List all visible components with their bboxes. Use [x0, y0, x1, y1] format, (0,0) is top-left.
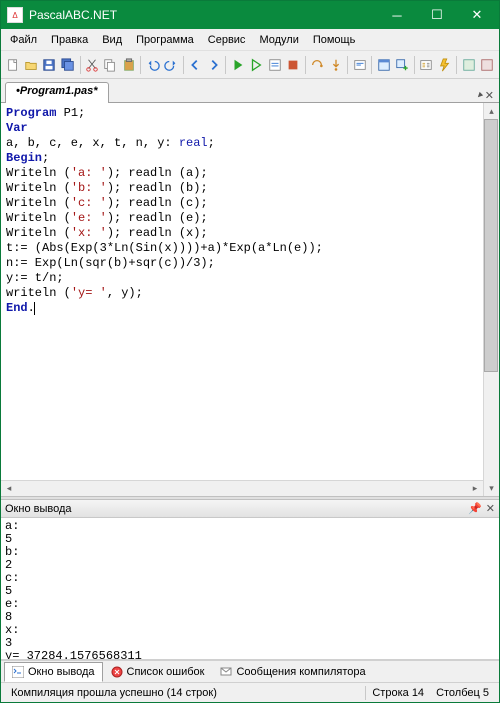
back-icon[interactable] [187, 54, 204, 76]
tab-close-icon[interactable]: ✕ [485, 89, 494, 102]
minimize-button[interactable]: ─ [377, 2, 417, 28]
open-icon[interactable] [22, 54, 39, 76]
status-line: Строка 14 [366, 687, 430, 699]
close-button[interactable]: ✕ [457, 2, 497, 28]
cut-icon[interactable] [83, 54, 100, 76]
events-icon[interactable] [436, 54, 453, 76]
example2-icon[interactable] [479, 54, 496, 76]
dropdown-icon[interactable]: ▾ [474, 90, 485, 101]
titlebar: Δ PascalABC.NET ─ ☐ ✕ [1, 1, 499, 29]
tab-output[interactable]: Окно вывода [4, 662, 103, 682]
new-file-icon[interactable] [4, 54, 21, 76]
tab-program1[interactable]: •Program1.pas* [5, 82, 109, 103]
undo-icon[interactable] [144, 54, 161, 76]
scroll-thumb[interactable] [484, 119, 498, 372]
messages-icon [220, 666, 232, 678]
new-form-icon[interactable] [393, 54, 410, 76]
menu-program[interactable]: Программа [129, 31, 201, 49]
menu-edit[interactable]: Правка [44, 31, 95, 49]
example1-icon[interactable] [460, 54, 477, 76]
tab-messages[interactable]: Сообщения компилятора [212, 662, 373, 682]
toolbar [1, 51, 499, 79]
scroll-up-icon[interactable]: ▴ [484, 103, 499, 119]
output-panel-title: Окно вывода [5, 503, 72, 515]
paste-icon[interactable] [120, 54, 137, 76]
statusbar: Компиляция прошла успешно (14 строк) Стр… [1, 682, 499, 702]
tab-errors[interactable]: Список ошибок [103, 662, 213, 682]
properties-icon[interactable] [418, 54, 435, 76]
step-into-icon[interactable] [327, 54, 344, 76]
console-icon [12, 666, 24, 678]
horizontal-scrollbar[interactable]: ◂ ▸ [1, 480, 483, 496]
step-over-icon[interactable] [308, 54, 325, 76]
output-panel-header: Окно вывода 📌 ✕ [1, 500, 499, 518]
scroll-down-icon[interactable]: ▾ [484, 480, 499, 496]
menu-help[interactable]: Помощь [306, 31, 363, 49]
output-panel[interactable]: a: 5 b: 2 c: 5 e: 8 x: 3 y= 37284.157656… [1, 518, 499, 660]
window-title: PascalABC.NET [29, 8, 377, 22]
pin-icon[interactable]: 📌 [468, 502, 482, 515]
error-list-icon [111, 666, 123, 678]
run-no-debug-icon[interactable] [248, 54, 265, 76]
panel-close-icon[interactable]: ✕ [486, 502, 495, 515]
status-message: Компиляция прошла успешно (14 строк) [5, 687, 223, 699]
menu-service[interactable]: Сервис [201, 31, 253, 49]
app-window: Δ PascalABC.NET ─ ☐ ✕ Файл Правка Вид Пр… [0, 0, 500, 703]
maximize-button[interactable]: ☐ [417, 2, 457, 28]
compile-icon[interactable] [266, 54, 283, 76]
code-editor[interactable]: Program P1; Var a, b, c, e, x, t, n, y: … [1, 103, 483, 480]
designer-icon[interactable] [375, 54, 392, 76]
save-icon[interactable] [41, 54, 58, 76]
forward-icon[interactable] [205, 54, 222, 76]
vertical-scrollbar[interactable]: ▴ ▾ [483, 103, 499, 496]
tabbar: •Program1.pas* ▾ ✕ [1, 79, 499, 103]
app-icon: Δ [7, 7, 23, 23]
intellisense-icon[interactable] [351, 54, 368, 76]
run-icon[interactable] [229, 54, 246, 76]
menu-view[interactable]: Вид [95, 31, 129, 49]
menu-modules[interactable]: Модули [252, 31, 305, 49]
stop-icon[interactable] [284, 54, 301, 76]
bottom-tabs: Окно вывода Список ошибок Сообщения комп… [1, 660, 499, 682]
menu-file[interactable]: Файл [3, 31, 44, 49]
menubar: Файл Правка Вид Программа Сервис Модули … [1, 29, 499, 51]
scroll-right-icon[interactable]: ▸ [467, 482, 483, 496]
save-all-icon[interactable] [59, 54, 76, 76]
scroll-left-icon[interactable]: ◂ [1, 482, 17, 496]
status-column: Столбец 5 [430, 687, 495, 699]
copy-icon[interactable] [102, 54, 119, 76]
redo-icon[interactable] [163, 54, 180, 76]
